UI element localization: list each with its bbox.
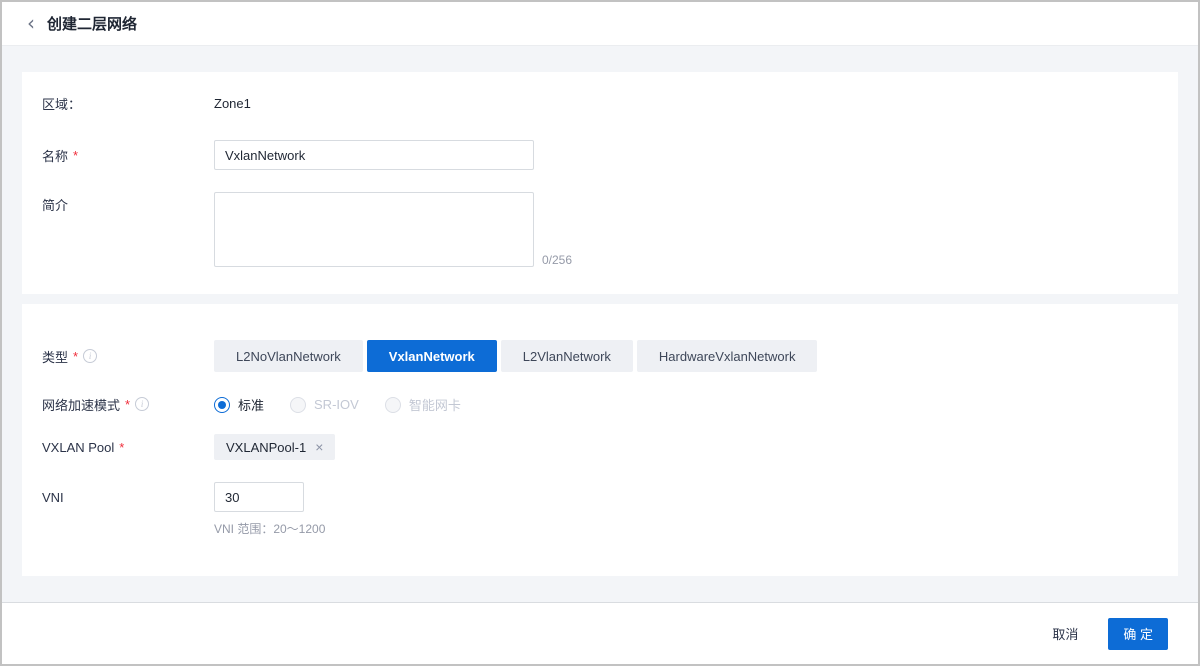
radio-smartnic: 智能网卡 <box>385 395 461 414</box>
name-label: 名称 * <box>42 140 214 170</box>
type-option-vxlannetwork[interactable]: VxlanNetwork <box>367 340 497 372</box>
zone-row: 区域： Zone1 <box>42 94 1158 112</box>
close-icon[interactable]: × <box>315 440 323 454</box>
name-input[interactable] <box>214 140 534 170</box>
acceleration-mode-label: 网络加速模式 * i <box>42 394 214 414</box>
vxlan-pool-tag-label: VXLANPool-1 <box>226 440 306 455</box>
description-label: 简介 <box>42 192 214 212</box>
info-icon[interactable]: i <box>83 349 97 363</box>
zone-label: 区域： <box>42 94 214 112</box>
vxlan-pool-label-text: VXLAN Pool <box>42 440 114 455</box>
network-type-card: 类型 * i L2NoVlanNetwork VxlanNetwork L2Vl… <box>22 304 1178 576</box>
confirm-button[interactable]: 确 定 <box>1108 618 1168 650</box>
radio-disabled-icon <box>290 397 306 413</box>
vni-input[interactable] <box>214 482 304 512</box>
info-icon[interactable]: i <box>135 397 149 411</box>
description-row: 简介 0/256 <box>42 192 1158 267</box>
back-icon[interactable]: ‹ <box>27 13 35 33</box>
char-counter: 0/256 <box>542 253 572 267</box>
vxlan-pool-tag[interactable]: VXLANPool-1 × <box>214 434 335 460</box>
radio-sriov-label: SR-IOV <box>314 397 359 412</box>
type-option-hardwarevxlannetwork[interactable]: HardwareVxlanNetwork <box>637 340 818 372</box>
type-label-text: 类型 <box>42 347 68 366</box>
type-label: 类型 * i <box>42 340 214 372</box>
acceleration-mode-row: 网络加速模式 * i 标准 SR-IOV 智能网卡 <box>42 394 1158 414</box>
create-l2-network-window: ‹ 创建二层网络 区域： Zone1 名称 * 简介 <box>0 0 1200 666</box>
vni-label-text: VNI <box>42 490 64 505</box>
radio-standard[interactable]: 标准 <box>214 395 264 414</box>
footer-bar: 取消 确 定 <box>2 602 1198 664</box>
zone-value: Zone1 <box>214 94 251 111</box>
required-asterisk: * <box>73 349 78 364</box>
vni-field-wrap: VNI 范围：20～1200 <box>214 482 325 537</box>
vni-row: VNI VNI 范围：20～1200 <box>42 482 1158 537</box>
radio-disabled-icon <box>385 397 401 413</box>
acceleration-mode-label-text: 网络加速模式 <box>42 395 120 414</box>
type-row: 类型 * i L2NoVlanNetwork VxlanNetwork L2Vl… <box>42 340 1158 372</box>
description-label-text: 简介 <box>42 195 68 214</box>
page-title: 创建二层网络 <box>47 13 137 34</box>
topbar: ‹ 创建二层网络 <box>2 2 1198 46</box>
name-row: 名称 * <box>42 140 1158 170</box>
type-option-l2vlannetwork[interactable]: L2VlanNetwork <box>501 340 633 372</box>
content-area: 区域： Zone1 名称 * 简介 0/256 <box>2 46 1198 602</box>
required-asterisk: * <box>125 397 130 412</box>
radio-selected-icon <box>214 397 230 413</box>
required-asterisk: * <box>119 440 124 455</box>
vni-label: VNI <box>42 482 214 512</box>
type-option-l2novlannetwork[interactable]: L2NoVlanNetwork <box>214 340 363 372</box>
required-asterisk: * <box>73 148 78 163</box>
vxlan-pool-label: VXLAN Pool * <box>42 434 214 460</box>
cancel-button[interactable]: 取消 <box>1052 624 1078 643</box>
description-wrap: 0/256 <box>214 192 572 267</box>
radio-smartnic-label: 智能网卡 <box>409 395 461 414</box>
description-textarea[interactable] <box>214 192 534 267</box>
acceleration-mode-options: 标准 SR-IOV 智能网卡 <box>214 394 461 414</box>
vxlan-pool-row: VXLAN Pool * VXLANPool-1 × <box>42 434 1158 460</box>
basic-info-card: 区域： Zone1 名称 * 简介 0/256 <box>22 72 1178 294</box>
vni-range-hint: VNI 范围：20～1200 <box>214 520 325 537</box>
radio-standard-label: 标准 <box>238 395 264 414</box>
type-options-group: L2NoVlanNetwork VxlanNetwork L2VlanNetwo… <box>214 340 817 372</box>
zone-label-text: 区域： <box>42 94 81 113</box>
radio-sriov: SR-IOV <box>290 397 359 413</box>
name-label-text: 名称 <box>42 146 68 165</box>
